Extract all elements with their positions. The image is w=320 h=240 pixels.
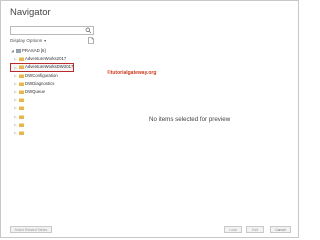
cancel-button[interactable]: Cancel [270, 226, 291, 233]
folder-icon [19, 57, 24, 62]
preview-empty-message: No items selected for preview [149, 116, 231, 123]
load-button[interactable]: Load [224, 226, 242, 233]
navigator-window: Navigator Display Options ▾ ◢ PRASAD [6] … [0, 0, 299, 238]
server-icon [16, 49, 21, 53]
tree-item-server[interactable]: ◢ PRASAD [6] [10, 47, 98, 55]
folder-icon [19, 82, 24, 86]
folder-icon [19, 123, 24, 127]
tree-item-database[interactable]: ▷ [10, 96, 98, 104]
search-input[interactable] [10, 26, 94, 35]
tree-item-label: DWQueue [25, 88, 46, 94]
tree-item-label: AdventureWorks2017 [25, 56, 67, 62]
tree-item-label: PRASAD [6] [22, 48, 46, 53]
chevron-right-icon[interactable]: ▷ [13, 96, 18, 104]
chevron-right-icon[interactable]: ▷ [13, 80, 18, 88]
tree-item-label: DWDiagnostics [25, 80, 55, 86]
chevron-right-icon[interactable]: ▷ [13, 72, 18, 80]
chevron-right-icon[interactable]: ▷ [13, 113, 18, 121]
tree-item-label: DWConfiguration [25, 72, 58, 78]
chevron-right-icon[interactable]: ▷ [13, 55, 18, 63]
select-related-tables-button[interactable]: Select Related Tables [10, 226, 52, 233]
chevron-right-icon[interactable]: ▷ [13, 121, 18, 129]
display-options-label: Display Options [10, 38, 43, 43]
refresh-icon[interactable] [88, 37, 94, 44]
chevron-expanded-icon[interactable]: ◢ [10, 47, 15, 55]
folder-icon [19, 90, 24, 94]
display-options-dropdown[interactable]: Display Options ▾ [10, 38, 46, 43]
folder-icon [19, 106, 24, 111]
folder-icon [19, 115, 24, 119]
watermark-text: ©tutorialgateway.org [107, 70, 157, 76]
edit-button[interactable]: Edit [246, 226, 264, 233]
tree-item-database[interactable]: ▷ DWDiagnostics [10, 80, 98, 88]
folder-icon [19, 65, 24, 70]
chevron-right-icon[interactable]: ▷ [13, 129, 18, 137]
tree-item-database[interactable]: ▷ DWQueue [10, 88, 98, 96]
search-icon[interactable] [85, 27, 92, 34]
watermark: ©tutorialgateway.org [107, 70, 156, 76]
tree-item-database[interactable]: ▷ [10, 104, 98, 112]
tree-item-database[interactable]: ▷ [10, 121, 98, 129]
tree-item-database[interactable]: ▷ AdventureWorks2017 [10, 55, 98, 63]
tree-item-database[interactable]: ▷ [10, 113, 98, 121]
tree-item-database-selected[interactable]: ▷ AdventureWorksDW2017 [10, 63, 74, 72]
tree-item-database[interactable]: ▷ [10, 129, 98, 137]
folder-icon [19, 98, 24, 103]
chevron-right-icon[interactable]: ▷ [13, 104, 18, 112]
navigator-tree: ◢ PRASAD [6] ▷ AdventureWorks2017 ▷ Adve… [10, 47, 98, 137]
tree-item-database[interactable]: ▷ DWConfiguration [10, 72, 98, 80]
window-title: Navigator [10, 7, 51, 18]
folder-icon [19, 131, 24, 135]
folder-icon [19, 74, 24, 78]
chevron-down-icon: ▾ [44, 38, 47, 43]
tree-item-label: AdventureWorksDW2017 [25, 64, 74, 70]
chevron-right-icon[interactable]: ▷ [13, 88, 18, 96]
